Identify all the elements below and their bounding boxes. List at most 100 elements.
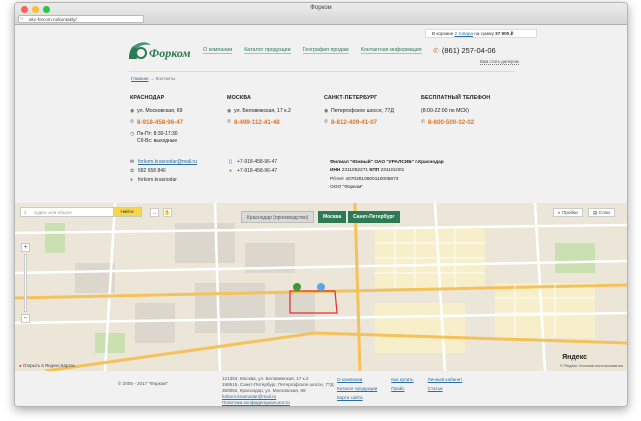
breadcrumb: Главная → Контакты [131, 76, 175, 81]
map-toolbar: ↔ ✋ [150, 208, 172, 217]
pin-icon: ● [19, 363, 22, 368]
address-bar[interactable]: ‹› akc-forcom.ru/kontakty/ [18, 15, 144, 23]
url-text: akc-forcom.ru/kontakty/ [29, 17, 77, 22]
header-divider [129, 71, 514, 72]
footer-privacy[interactable]: Политика конфиденциальности [222, 400, 334, 406]
site-logo[interactable]: Форком [127, 39, 191, 63]
req-inn-label: ИНН [330, 168, 341, 174]
office-phone[interactable]: 8-499-112-41-48 [234, 119, 280, 126]
open-in-yandex-link[interactable]: ● Открыть в Яндекс.Картах [19, 363, 75, 368]
footer-link-account[interactable]: Личный кабинет [428, 377, 463, 382]
clock-icon: ◷ [130, 131, 135, 137]
skype-icon: ● [130, 177, 134, 183]
nav-item-about[interactable]: О компании [203, 47, 233, 54]
page-content: В корзине 2 товара на сумму 37 900 ₽ Фор… [15, 25, 627, 406]
footer-link-articles[interactable]: Статьи [428, 386, 463, 391]
phone-icon: ✆ [433, 48, 439, 55]
footer-link-sitemap[interactable]: Карта сайта [337, 395, 377, 400]
req-kpp-label: КПП [369, 168, 380, 174]
location-icon: ◉ [324, 108, 329, 114]
nav-item-catalog[interactable]: Каталог продукции [244, 47, 291, 54]
header-phone-number: (861) 257-04-06 [441, 46, 496, 55]
contact-phone-1[interactable]: +7-918-458-96-47 [237, 159, 277, 165]
breadcrumb-current: Контакты [155, 76, 176, 81]
office-phone[interactable]: 8-800-500-32-02 [428, 119, 474, 126]
logo-icon: Форком [129, 42, 191, 60]
office-phone[interactable]: 8-812-409-41-07 [331, 119, 377, 126]
map-traffic-button[interactable]: ◐ Пробки [553, 208, 583, 217]
layers-label: Слои [598, 210, 610, 215]
online-contacts: ✉ forkom.krasnodar@mail.ru ✿ 682 658 846 ●… [130, 159, 197, 186]
nav-item-contacts[interactable]: Контактная информация [360, 47, 422, 54]
site-footer: © 2005 - 2017 "Форком" 121353, Москва, у… [15, 371, 627, 406]
req-branch: Филиал "Южный" ОАО "УРАЛСИБ" г.Краснодар [330, 160, 444, 165]
yandex-map[interactable]: ⌕ Адрес или объект Найти ↔ ✋ Краснодар (… [15, 203, 627, 371]
nav-item-geography[interactable]: География продаж [302, 47, 349, 54]
phone-icon: ✆ [130, 119, 135, 125]
req-company: ООО "Форком" [330, 184, 364, 190]
map-tab-moscow[interactable]: Москва [318, 211, 347, 223]
map-marker-green [293, 283, 301, 291]
office-hours: (8:00-22:00 по МСК) [421, 108, 469, 114]
ruler-icon[interactable]: ↔ [150, 208, 159, 217]
location-icon: ◉ [227, 108, 232, 114]
cart-link[interactable]: 2 товара [455, 31, 474, 36]
location-icon: ◉ [130, 108, 135, 114]
icq-icon: ✿ [130, 168, 135, 174]
map-search-placeholder: Адрес или объект [34, 210, 73, 215]
office-krasnodar: КРАСНОДАР ◉ ул. Московская, 69 ✆ 8-918-458… [130, 95, 230, 150]
back-forward-icon[interactable]: ‹› [20, 16, 23, 22]
map-layers-button[interactable]: ▤ Слои [588, 208, 615, 217]
hand-icon[interactable]: ✋ [163, 208, 172, 217]
office-city: КРАСНОДАР [130, 95, 165, 101]
contact-skype: forkom.krasnodar [138, 177, 177, 183]
office-hours-weekdays: Пн-Пт: 8:30-17:30 [137, 131, 178, 137]
dealer-link[interactable]: Вам стать дилером [480, 59, 519, 65]
search-icon: ⌕ [24, 210, 27, 215]
logo-text: Форком [149, 46, 191, 60]
footer-link-price[interactable]: Прайс [391, 386, 413, 391]
office-city: БЕСПЛАТНЫЙ ТЕЛЕФОН [421, 95, 491, 101]
map-tab-spb[interactable]: Санкт-Петербург [348, 211, 400, 223]
phone-icon: ✆ [324, 119, 329, 125]
office-phone[interactable]: 8-918-458-96-47 [137, 119, 183, 126]
footer-addresses: 121353, Москва, ул. Беловежская, 17 к.2 … [222, 376, 334, 406]
zoom-in-button[interactable]: + [21, 243, 30, 252]
traffic-label: Пробки [562, 210, 578, 215]
zoom-slider[interactable] [24, 254, 27, 312]
zoom-out-button[interactable]: − [21, 314, 30, 323]
open-in-yandex-label: Открыть в Яндекс.Картах [22, 363, 75, 368]
map-tab-krasnodar[interactable]: Краснодар (производство) [241, 211, 315, 223]
req-kpp: 231101001 [380, 168, 405, 174]
browser-titlebar: Форком ‹› akc-forcom.ru/kontakty/ [15, 3, 627, 25]
footer-links: О компании Как купить Личный кабинет Кат… [337, 377, 462, 400]
header-phone[interactable]: ✆ (861) 257-04-06 [433, 46, 496, 55]
req-account: Р/счет 40702810600110005873 [330, 176, 399, 182]
cart-summary: В корзине 2 товара на сумму 37 900 ₽ [425, 29, 537, 38]
map-canvas[interactable] [15, 203, 627, 371]
mobile-icon: ▯ [229, 159, 232, 165]
whatsapp-icon: ● [229, 168, 233, 174]
window-title: Форком [310, 5, 332, 11]
footer-link-catalog[interactable]: Каталог продукции [337, 386, 377, 391]
contact-phone-2[interactable]: +7-918-458-96-47 [237, 168, 277, 174]
office-city: МОСКВА [227, 95, 251, 101]
footer-link-about[interactable]: О компании [337, 377, 377, 382]
cart-sum: 37 900 ₽ [495, 31, 514, 36]
map-terms[interactable]: © Яндекс Условия использования [560, 363, 623, 368]
main-nav: О компании Каталог продукции География п… [203, 47, 422, 54]
footer-copyright: © 2005 - 2017 "Форком" [118, 381, 169, 386]
yandex-logo: Яндекс [562, 354, 587, 361]
map-zoom-control: + − [21, 243, 30, 323]
footer-link-how-to-buy[interactable]: Как купить [391, 377, 413, 382]
map-find-button[interactable]: Найти [113, 208, 141, 216]
map-marker-blue [317, 283, 325, 291]
cart-sum-label: на сумму [474, 31, 494, 36]
office-spb: САНКТ-ПЕТЕРБУРГ ◉ Петергофское шоссе, 77Д… [324, 95, 424, 131]
phone-icon: ✆ [227, 119, 232, 125]
breadcrumb-home[interactable]: Главная [131, 76, 148, 81]
office-address: ул. Московская, 69 [137, 108, 183, 114]
breadcrumb-separator: → [149, 76, 155, 81]
contact-email[interactable]: forkom.krasnodar@mail.ru [138, 159, 197, 165]
contact-icq: 682 658 846 [138, 168, 166, 174]
